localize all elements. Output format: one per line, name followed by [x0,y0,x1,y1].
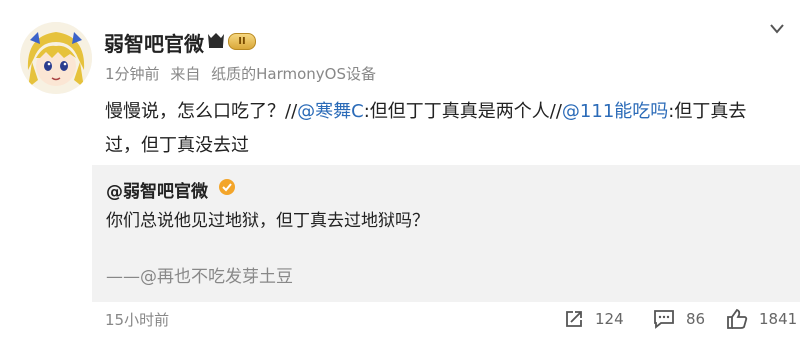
chevron-down-icon[interactable] [768,22,786,36]
mention-link[interactable]: @111能吃吗 [562,101,668,122]
comment-icon [654,310,674,329]
mention-link[interactable]: @寒舞C [297,101,364,122]
footer-time: 15小时前 [105,311,170,329]
content-segment: 慢慢说，怎么口吃了？// [105,101,298,122]
thumbs-up-icon [727,308,748,329]
quote-signature: ——@再也不吃发芽土豆 [106,267,293,287]
content-segment: :但但丁丁真真是两个人// [363,101,562,122]
post-content: 慢慢说，怎么口吃了？//@寒舞C:但但丁丁真真是两个人//@111能吃吗:但丁真… [105,95,775,163]
comment-button[interactable]: 86 [652,306,705,332]
like-count: 1841 [759,310,798,328]
quote-author[interactable]: @弱智吧官微 [106,177,208,202]
author-name[interactable]: 弱智吧官微 [104,28,204,57]
share-button[interactable]: 124 [563,306,624,332]
source-prefix: 来自 [170,65,201,83]
quoted-post[interactable]: @弱智吧官微 你们总说他见过地狱，但丁真去过地狱吗？ ——@再也不吃发芽土豆 [92,165,800,302]
comment-count: 86 [686,310,706,328]
like-button[interactable]: 1841 [725,306,797,332]
post-meta: 1分钟前 来自 纸质的HarmonyOS设备 [105,63,382,84]
verified-icon [208,33,224,48]
post-source[interactable]: 纸质的HarmonyOS设备 [211,65,376,83]
share-count: 124 [595,310,624,328]
post-time: 1分钟前 [105,65,160,83]
verified-icon [219,179,235,195]
weibo-post: 弱智吧官微 II 1分钟前 来自 纸质的HarmonyOS设备 慢慢说，怎么口吃… [0,0,800,355]
quote-text: 你们总说他见过地狱，但丁真去过地狱吗？ [106,211,429,231]
share-icon [566,311,582,327]
avatar[interactable] [20,22,92,94]
level-badge[interactable]: II [228,33,256,50]
